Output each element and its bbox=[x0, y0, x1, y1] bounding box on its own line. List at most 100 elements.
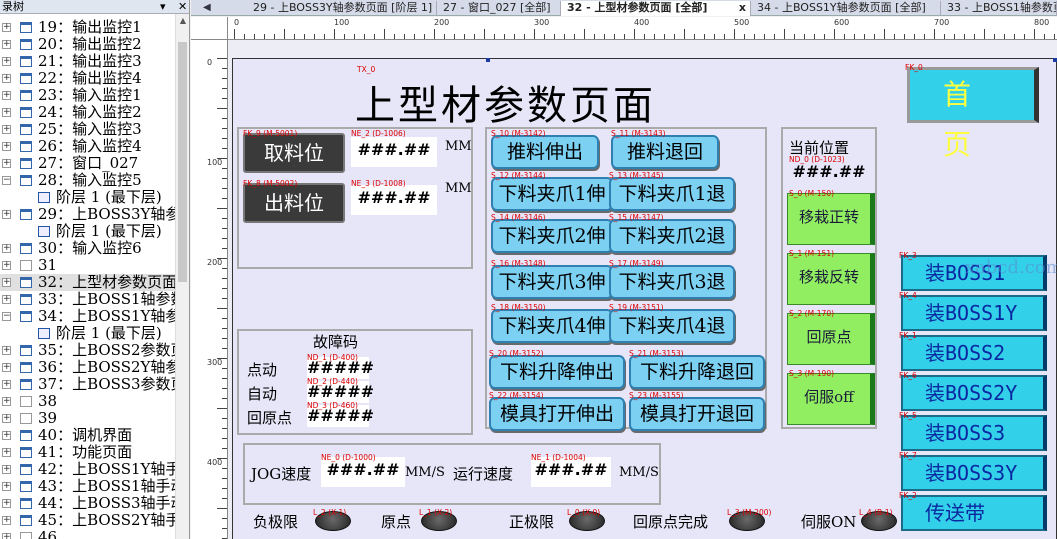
expand-icon[interactable]: + bbox=[2, 210, 11, 219]
tree-item[interactable]: +22：输出监控4 bbox=[0, 70, 176, 87]
tree-item[interactable]: +27：窗口_027 bbox=[0, 155, 176, 172]
nav-button[interactable]: 装BOSS3Y bbox=[901, 455, 1047, 491]
tab-34[interactable]: 34 - 上BOSS1Y轴参数页面 [全部] bbox=[751, 1, 941, 16]
tree-item[interactable]: +46 bbox=[0, 529, 176, 539]
home-button[interactable]: 首 页 bbox=[907, 67, 1039, 161]
tree-item[interactable]: − 34：上BOSS1Y轴参... bbox=[0, 308, 176, 325]
cylinder-button[interactable]: 模具打开退回 bbox=[629, 397, 765, 431]
expand-icon[interactable]: + bbox=[2, 380, 11, 389]
cylinder-button[interactable]: 下料夹爪3伸 bbox=[491, 265, 613, 299]
tree-item[interactable]: 阶层 1 (最下层) bbox=[0, 325, 176, 342]
out-position-button[interactable]: 出料位 bbox=[243, 183, 345, 223]
nav-button[interactable]: 传送带 bbox=[901, 495, 1047, 531]
axis-button[interactable]: 回原点 bbox=[787, 313, 875, 365]
tree-item[interactable]: +19：输出监控1 bbox=[0, 19, 176, 36]
axis-button[interactable]: 移栽正转 bbox=[787, 193, 875, 245]
tree-item[interactable]: +35：上BOSS2参数页面 bbox=[0, 342, 176, 359]
expand-icon[interactable]: − bbox=[2, 312, 11, 321]
cylinder-button[interactable]: 下料夹爪4伸 bbox=[491, 309, 613, 343]
nav-button[interactable]: 装BOSS3 bbox=[901, 415, 1047, 451]
cylinder-button[interactable]: 下料夹爪2伸 bbox=[491, 219, 613, 253]
tree-item[interactable]: +36：上BOSS2Y轴参... bbox=[0, 359, 176, 376]
tree-item[interactable]: +44：上BOSS3轴手动... bbox=[0, 495, 176, 512]
nav-button[interactable]: 装BOSS2Y bbox=[901, 375, 1047, 411]
tree-item[interactable]: 阶层 1 (最下层) bbox=[0, 223, 176, 240]
expand-icon[interactable]: + bbox=[2, 431, 11, 440]
expand-icon[interactable]: + bbox=[2, 74, 11, 83]
expand-icon[interactable]: + bbox=[2, 278, 11, 287]
take-position-value[interactable]: ###.## bbox=[351, 137, 437, 167]
tree-item[interactable]: +45：上BOSS2Y轴手... bbox=[0, 512, 176, 529]
tree-item[interactable]: +24：输入监控2 bbox=[0, 104, 176, 121]
take-position-button[interactable]: 取料位 bbox=[243, 133, 345, 173]
expand-icon[interactable]: + bbox=[2, 57, 11, 66]
expand-icon[interactable]: + bbox=[2, 40, 11, 49]
tab-29[interactable]: 29 - 上BOSS3Y轴参数页面 [阶层 1] bbox=[247, 1, 437, 16]
expand-icon[interactable]: + bbox=[2, 414, 11, 423]
tree-item[interactable]: +43：上BOSS1轴手动... bbox=[0, 478, 176, 495]
cylinder-button[interactable]: 模具打开伸出 bbox=[489, 397, 625, 431]
tab-prev-icon[interactable]: ◀ bbox=[203, 2, 211, 13]
expand-icon[interactable]: + bbox=[2, 295, 11, 304]
cylinder-button[interactable]: 推料退回 bbox=[611, 135, 719, 169]
tree-item[interactable]: +40：调机界面 bbox=[0, 427, 176, 444]
expand-icon[interactable]: + bbox=[2, 516, 11, 525]
tab-close-icon[interactable]: x bbox=[739, 1, 746, 15]
close-icon[interactable]: ✕ bbox=[178, 0, 187, 13]
tree-item[interactable]: +39 bbox=[0, 410, 176, 427]
expand-icon[interactable]: + bbox=[2, 448, 11, 457]
tree-item[interactable]: +29：上BOSS3Y轴参... bbox=[0, 206, 176, 223]
expand-icon[interactable]: + bbox=[2, 159, 11, 168]
tree-item[interactable]: +30：输入监控6 bbox=[0, 240, 176, 257]
tree-item[interactable]: +42：上BOSS1Y轴手... bbox=[0, 461, 176, 478]
expand-icon[interactable]: + bbox=[2, 91, 11, 100]
expand-icon[interactable]: + bbox=[2, 499, 11, 508]
scroll-thumb[interactable] bbox=[178, 42, 187, 282]
cylinder-button[interactable]: 下料夹爪3退 bbox=[609, 265, 735, 299]
expand-icon[interactable]: + bbox=[2, 142, 11, 151]
cylinder-button[interactable]: 下料夹爪1退 bbox=[609, 177, 735, 211]
nav-button[interactable]: 装BOSS1Y bbox=[901, 295, 1047, 331]
expand-icon[interactable]: + bbox=[2, 261, 11, 270]
pin-icon[interactable]: ▾ bbox=[160, 0, 166, 13]
axis-button[interactable]: 伺服off bbox=[787, 373, 875, 425]
cylinder-button[interactable]: 下料升降伸出 bbox=[489, 355, 625, 389]
expand-icon[interactable]: + bbox=[2, 533, 11, 539]
cylinder-button[interactable]: 下料夹爪2退 bbox=[609, 219, 735, 253]
out-position-value[interactable]: ###.## bbox=[351, 185, 437, 215]
expand-icon[interactable]: + bbox=[2, 125, 11, 134]
tree-item[interactable]: +41：功能页面 bbox=[0, 444, 176, 461]
expand-icon[interactable]: + bbox=[2, 244, 11, 253]
tree-scrollbar[interactable]: ▲ bbox=[175, 14, 189, 539]
tree-item[interactable]: +37：上BOSS3参数页面 bbox=[0, 376, 176, 393]
expand-icon[interactable]: + bbox=[2, 363, 11, 372]
expand-icon[interactable]: + bbox=[2, 482, 11, 491]
scroll-up-icon[interactable]: ▲ bbox=[176, 14, 189, 28]
tree-item[interactable]: +26：输入监控4 bbox=[0, 138, 176, 155]
axis-button[interactable]: 移栽反转 bbox=[787, 253, 875, 305]
tab-32[interactable]: 32 - 上型材参数页面 [全部] x bbox=[561, 1, 751, 16]
tree-item[interactable]: +32：上型材参数页面 bbox=[0, 274, 176, 291]
expand-icon[interactable]: + bbox=[2, 108, 11, 117]
expand-icon[interactable]: + bbox=[2, 397, 11, 406]
tree-item[interactable]: +20：输出监控2 bbox=[0, 36, 176, 53]
tree-item[interactable]: 阶层 1 (最下层) bbox=[0, 189, 176, 206]
tab-33[interactable]: 33 - 上BOSS1轴参数页 bbox=[941, 1, 1057, 16]
nav-button[interactable]: 装BOSS2 bbox=[901, 335, 1047, 371]
expand-icon[interactable]: − bbox=[2, 176, 11, 185]
tree-item[interactable]: +38 bbox=[0, 393, 176, 410]
cylinder-button[interactable]: 下料夹爪4退 bbox=[609, 309, 735, 343]
expand-icon[interactable]: + bbox=[2, 346, 11, 355]
tab-27[interactable]: 27 - 窗口_027 [全部] bbox=[437, 1, 561, 16]
cylinder-button[interactable]: 下料升降退回 bbox=[629, 355, 765, 389]
tree-item[interactable]: +23：输入监控1 bbox=[0, 87, 176, 104]
tree-item[interactable]: +33：上BOSS1轴参数... bbox=[0, 291, 176, 308]
tree-item[interactable]: +21：输出监控3 bbox=[0, 53, 176, 70]
tree-item[interactable]: +31 bbox=[0, 257, 176, 274]
expand-icon[interactable]: + bbox=[2, 23, 11, 32]
tree-item[interactable]: +25：输入监控3 bbox=[0, 121, 176, 138]
cylinder-button[interactable]: 下料夹爪1伸 bbox=[491, 177, 613, 211]
expand-icon[interactable]: + bbox=[2, 465, 11, 474]
cylinder-button[interactable]: 推料伸出 bbox=[491, 135, 599, 169]
tree-item[interactable]: − 28：输入监控5 bbox=[0, 172, 176, 189]
